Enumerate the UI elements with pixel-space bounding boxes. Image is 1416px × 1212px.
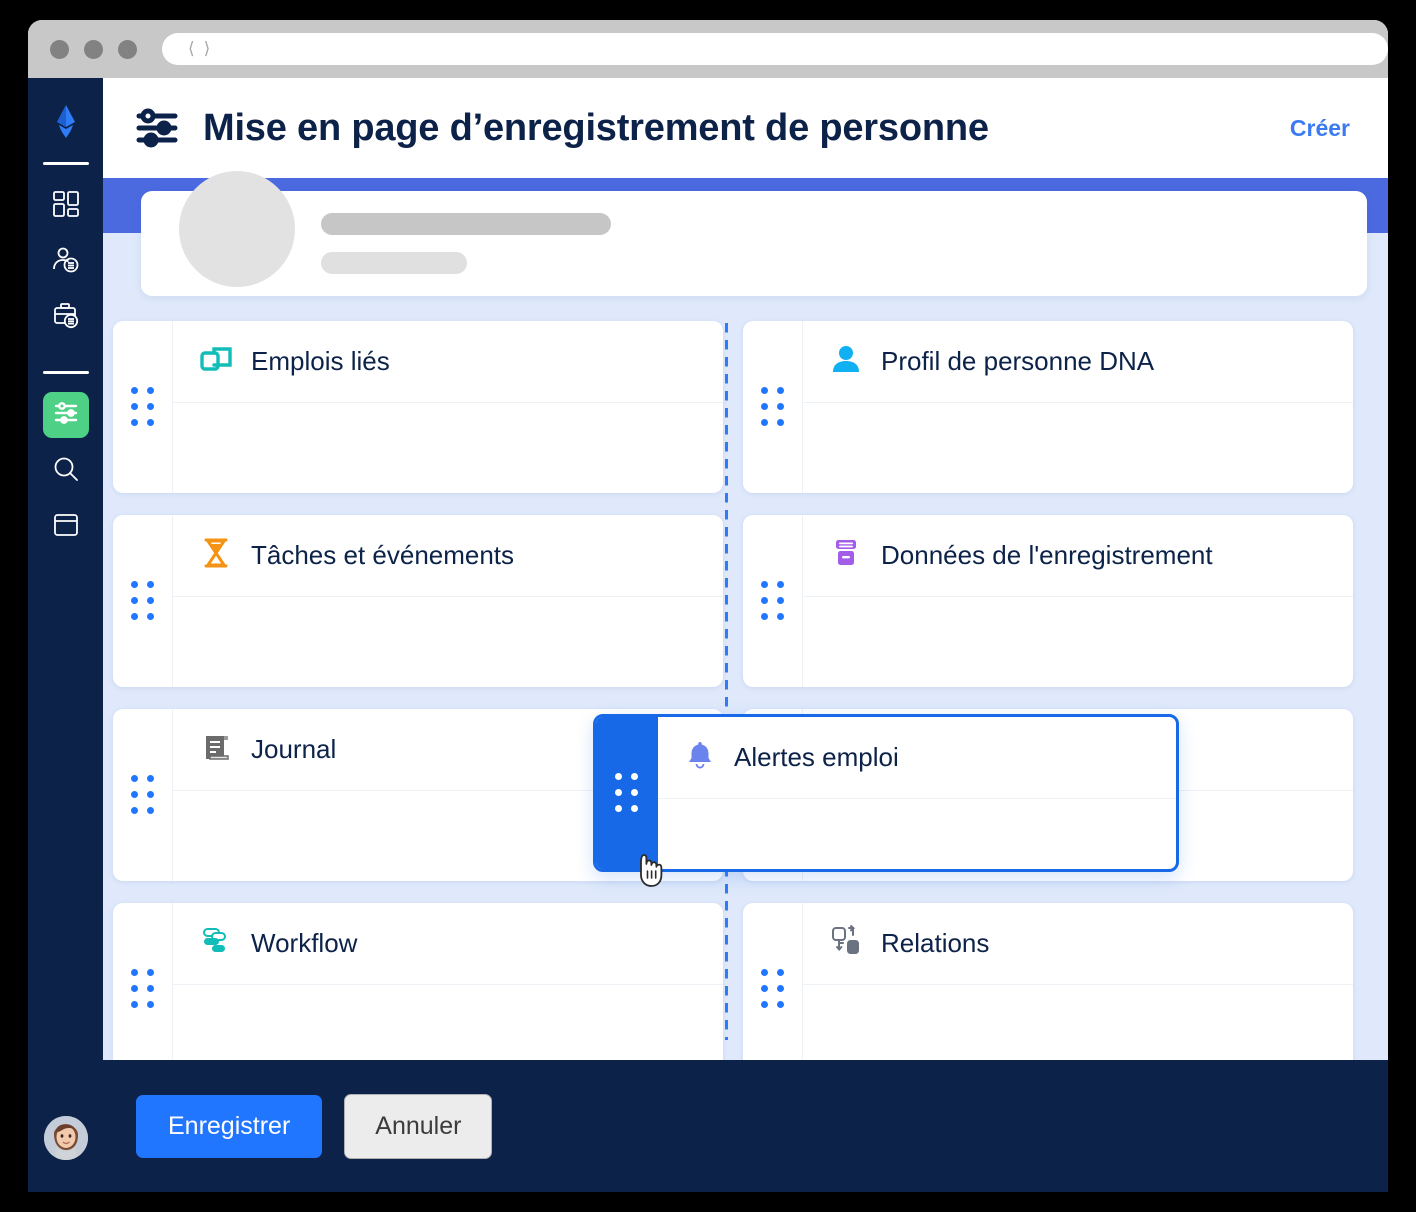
close-window-button[interactable] [50,39,69,59]
app-body: Mise en page d’enregistrement de personn… [28,78,1388,1192]
linked-jobs-icon [199,342,233,381]
sidebar-item-people[interactable] [43,239,89,285]
placeholder-line-2 [321,252,467,274]
relations-icon [829,924,863,963]
card-header: Données de l'enregistrement [803,515,1353,597]
card-body: Données de l'enregistrement [803,515,1353,687]
avatar[interactable] [43,1116,88,1160]
widget-card-emplois-lies[interactable]: Emplois liés [113,321,723,493]
person-record-icon [51,245,81,280]
card-header: Emplois liés [173,321,723,403]
card-body: Profil de personne DNA [803,321,1353,493]
card-title: Alertes emploi [734,742,899,772]
minimize-window-button[interactable] [84,39,103,59]
card-title: Journal [251,734,337,764]
chevron-left-icon[interactable]: ⟨ [188,40,195,58]
card-title: Profil de personne DNA [881,346,1155,376]
hourglass-icon [199,536,233,575]
card-content-area [658,799,1176,869]
widget-card-relations[interactable]: Relations [743,903,1353,1075]
widget-card-workflow[interactable]: Workflow [113,903,723,1075]
sidebar-divider [42,162,89,165]
widget-card-taches-evenements[interactable]: Tâches et événements [113,515,723,687]
card-content-area [173,597,723,687]
action-bar: Enregistrer Annuler [103,1060,1388,1192]
drag-handle[interactable] [113,709,173,881]
card-body: Alertes emploi [658,717,1176,869]
traffic-lights [50,39,137,59]
card-title: Relations [881,928,990,958]
drag-handle[interactable] [743,515,803,687]
card-title: Workflow [251,928,358,958]
record-data-icon [829,536,863,575]
page-header: Mise en page d’enregistrement de personn… [103,78,1388,178]
card-header: Alertes emploi [658,717,1176,799]
create-button[interactable]: Créer [1290,115,1350,142]
sidebar-item-dashboard[interactable] [43,183,89,229]
placeholder-line-1 [321,213,611,235]
person-icon [829,342,863,381]
sidebar-divider-2 [42,371,89,374]
card-body: Relations [803,903,1353,1075]
drag-handle[interactable] [113,515,173,687]
cards-grid: Emplois liés Profil de personne DNA Tâch… [113,321,1353,1075]
chevron-right-icon[interactable]: ⟩ [204,40,211,58]
sidebar-item-search[interactable] [43,448,89,494]
scroll-log-icon [199,730,233,769]
card-title: Emplois liés [251,346,390,376]
window-panel-icon [51,510,81,545]
widget-card-profil-personne-dna[interactable]: Profil de personne DNA [743,321,1353,493]
bell-icon [684,739,716,776]
sidebar-item-jobs[interactable] [43,295,89,341]
browser-window: ⟨ ⟩ Mise en page d’enregistrement de per… [28,20,1388,1192]
widget-card-donnees-enregistrement[interactable]: Données de l'enregistrement [743,515,1353,687]
settings-sliders-icon [131,102,183,154]
drag-handle[interactable] [113,903,173,1075]
sidebar-item-panels[interactable] [43,504,89,550]
card-header: Tâches et événements [173,515,723,597]
layout-canvas: Emplois liés Profil de personne DNA Tâch… [103,171,1388,1192]
placeholder-lines [321,213,611,274]
grab-hand-cursor [633,843,673,894]
address-bar[interactable]: ⟨ ⟩ [162,33,1388,65]
search-icon [51,454,81,489]
window-titlebar: ⟨ ⟩ [28,20,1388,78]
drag-handle[interactable] [743,321,803,493]
save-button[interactable]: Enregistrer [136,1094,323,1158]
main-content: Mise en page d’enregistrement de personn… [103,78,1388,1192]
workflow-icon [199,924,233,963]
card-body: Emplois liés [173,321,723,493]
record-header-placeholder [141,171,1367,296]
sidebar-item-settings[interactable] [42,392,89,438]
drag-handle[interactable] [113,321,173,493]
job-briefcase-icon [51,301,81,336]
avature-logo-icon[interactable] [45,100,87,142]
card-content-area [803,597,1353,687]
screenshot-root: ⟨ ⟩ Mise en page d’enregistrement de per… [0,0,1416,1212]
card-title: Données de l'enregistrement [881,540,1213,570]
card-content-area [803,403,1353,493]
maximize-window-button[interactable] [118,39,137,59]
page-title: Mise en page d’enregistrement de personn… [203,106,989,149]
card-header: Relations [803,903,1353,985]
cancel-button[interactable]: Annuler [344,1093,493,1159]
card-body: Tâches et événements [173,515,723,687]
card-header: Profil de personne DNA [803,321,1353,403]
dashboard-grid-icon [51,189,81,224]
left-sidebar [28,78,103,1192]
card-body: Workflow [173,903,723,1075]
drag-handle[interactable] [743,903,803,1075]
placeholder-avatar [179,171,295,287]
card-header: Workflow [173,903,723,985]
dragged-card-alertes-emploi[interactable]: Alertes emploi [593,714,1179,872]
card-title: Tâches et événements [251,540,515,570]
settings-sliders-icon [51,398,81,433]
card-content-area [173,403,723,493]
